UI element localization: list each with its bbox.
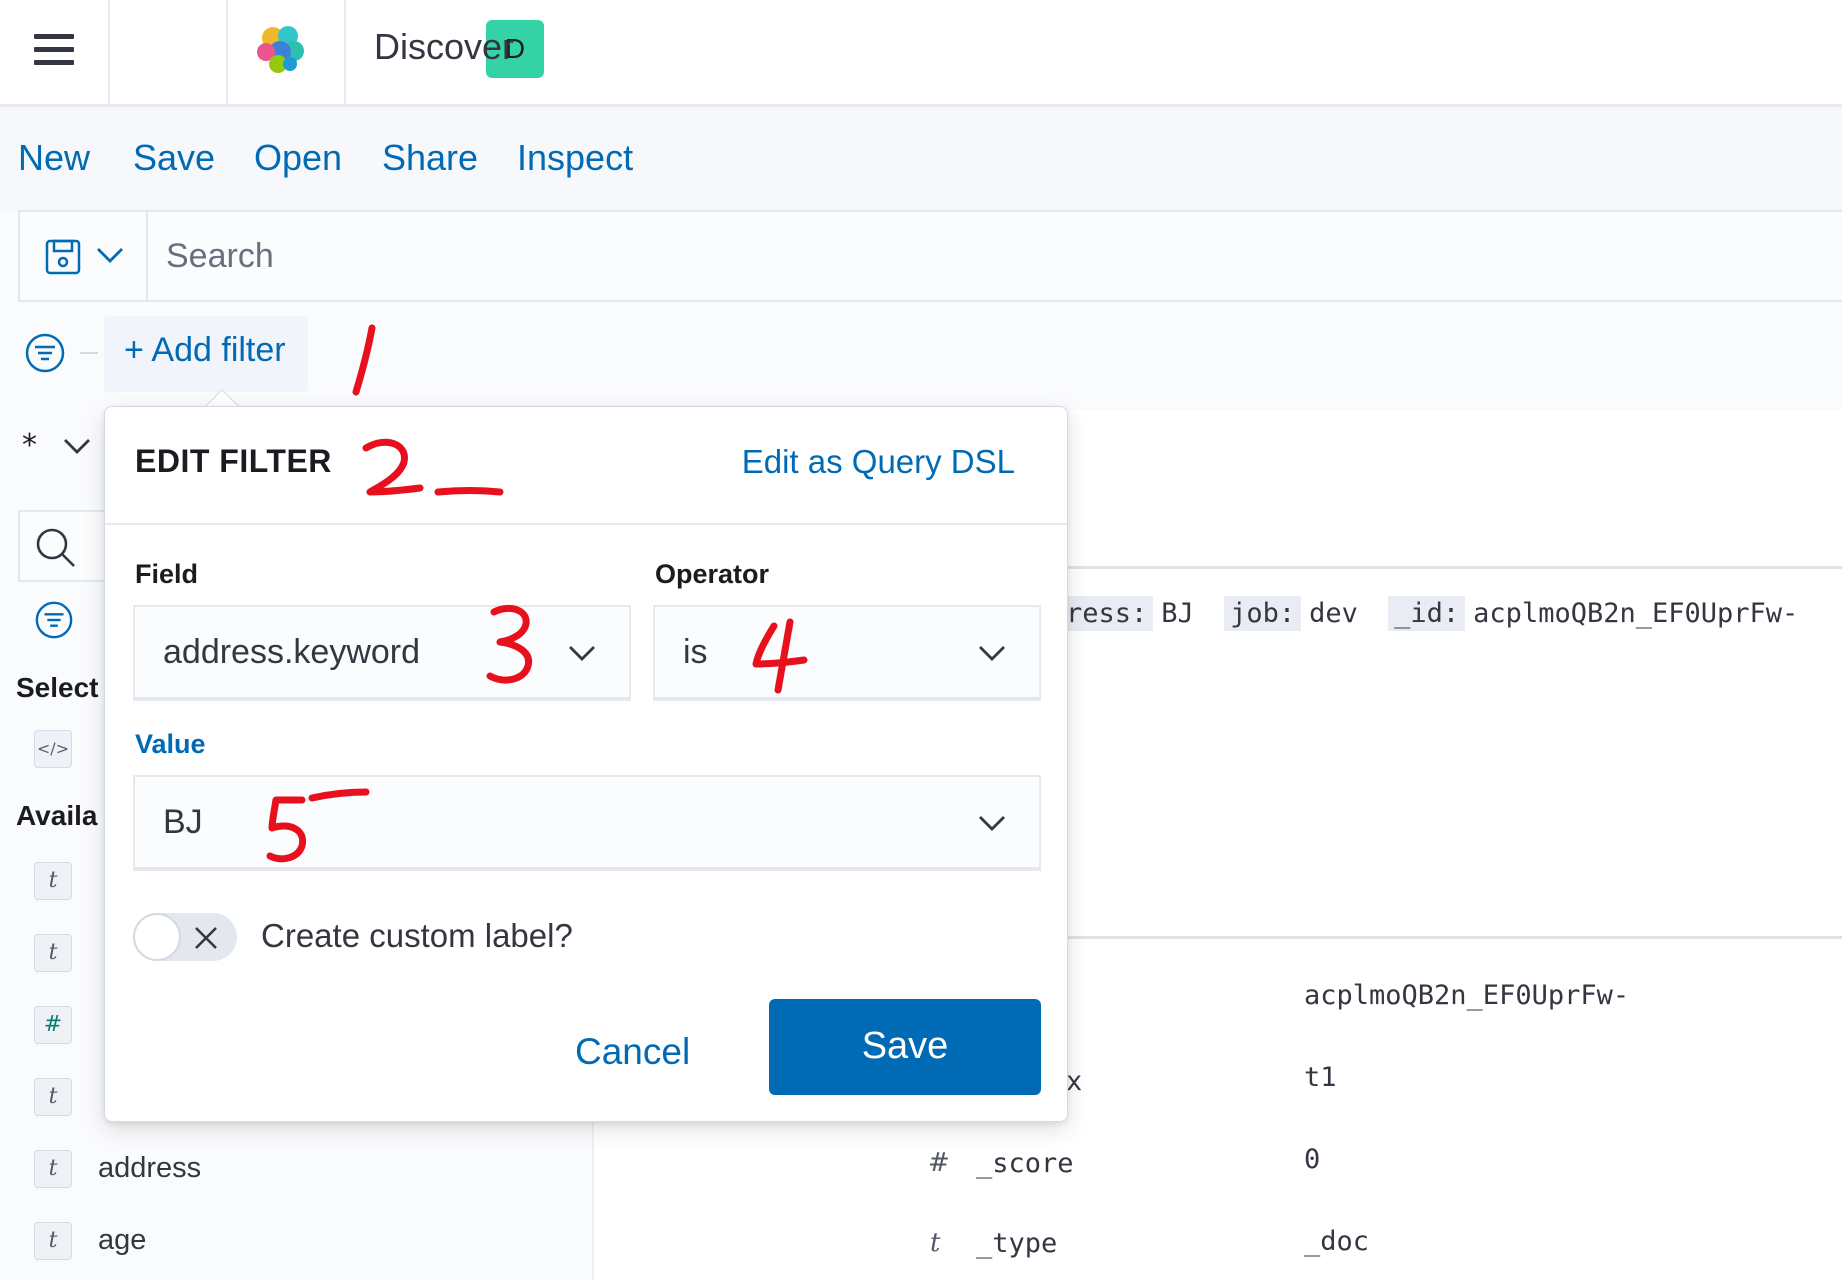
table-divider <box>1066 936 1842 939</box>
add-filter-button[interactable]: + Add filter <box>104 316 308 392</box>
save-icon <box>45 239 81 275</box>
operator-combobox-value: is <box>683 633 708 671</box>
doc-field-name: x <box>1066 1066 1083 1097</box>
popover-divider <box>105 523 1067 525</box>
chevron-down-icon <box>97 248 123 263</box>
menu-cell <box>0 0 110 104</box>
string-type-icon: t <box>34 934 72 972</box>
doc-field-value: acplmoQB2n_EF0UprFw- <box>1304 980 1630 1011</box>
hit-key: job: <box>1224 596 1302 631</box>
field-name: address <box>98 1152 202 1184</box>
string-type-icon: t <box>34 1222 72 1260</box>
value-label: Value <box>135 729 206 759</box>
value-combobox-value: BJ <box>163 803 203 841</box>
string-type-icon: t <box>34 862 72 900</box>
hit-key: _id: <box>1388 596 1466 631</box>
space-cell: D <box>228 0 544 104</box>
hit-key: ress: <box>1060 596 1154 631</box>
doc-field-value: t1 <box>1304 1062 1337 1093</box>
string-type-icon: t <box>930 1228 941 1258</box>
custom-label-toggle[interactable] <box>133 913 237 961</box>
field-filter-icon[interactable] <box>34 600 74 640</box>
available-fields-heading: Availa <box>16 800 98 831</box>
hit-value: dev <box>1309 598 1358 629</box>
operator-combobox[interactable]: is <box>653 605 1041 701</box>
filter-icon[interactable] <box>24 332 66 374</box>
string-type-icon: t <box>34 1150 72 1188</box>
close-icon <box>195 927 217 949</box>
field-name: age <box>98 1224 147 1256</box>
nav-save[interactable]: Save <box>133 137 215 179</box>
search-input[interactable] <box>150 212 1840 300</box>
doc-field-name: _score <box>976 1148 1074 1179</box>
nav-inspect[interactable]: Inspect <box>517 137 633 179</box>
operator-label: Operator <box>655 559 770 589</box>
value-combobox[interactable]: BJ <box>133 775 1041 871</box>
logo-cell <box>110 0 304 104</box>
field-combobox-value: address.keyword <box>163 633 421 671</box>
nav-share[interactable]: Share <box>382 137 478 179</box>
query-bar <box>18 210 1842 302</box>
edit-as-query-dsl-link[interactable]: Edit as Query DSL <box>742 443 1015 481</box>
nav-open[interactable]: Open <box>254 137 342 179</box>
toggle-knob <box>133 913 181 961</box>
chevron-down-icon <box>569 646 595 661</box>
field-combobox[interactable]: address.keyword <box>133 605 631 701</box>
search-icon <box>36 528 75 567</box>
selected-fields-heading: Select <box>16 672 99 703</box>
edit-filter-popover: EDIT FILTER Edit as Query DSL Field addr… <box>104 406 1068 1122</box>
number-type-icon: # <box>928 1148 950 1178</box>
cancel-button[interactable]: Cancel <box>575 1031 690 1073</box>
popover-title: EDIT FILTER <box>135 443 332 479</box>
number-type-icon: # <box>34 1006 72 1044</box>
header-bar: D Discover <box>0 0 1842 107</box>
annotation-mark-1 <box>352 324 376 396</box>
index-pattern-label: * <box>22 428 37 463</box>
hit-value: acplmoQB2n_EF0UprFw- <box>1473 598 1799 629</box>
doc-field-value: _doc <box>1304 1226 1370 1257</box>
top-nav-menu: New Save Open Share Inspect <box>0 107 1842 211</box>
field-label: Field <box>135 559 199 589</box>
hit-value: BJ <box>1161 598 1194 629</box>
custom-label-toggle-label: Create custom label? <box>261 917 573 954</box>
saved-queries-button[interactable] <box>20 212 148 300</box>
table-row[interactable]: ress: BJ job: dev _id: acplmoQB2n_EF0UprFw- <box>1060 596 1812 631</box>
save-button[interactable]: Save <box>769 999 1041 1095</box>
filter-divider <box>80 352 98 354</box>
source-code-icon: </> <box>34 730 72 768</box>
chevron-down-icon <box>979 816 1005 831</box>
page-title: Discover <box>374 26 515 67</box>
doc-field-value: 0 <box>1304 1144 1321 1175</box>
chevron-down-icon <box>979 646 1005 661</box>
doc-field-name: _type <box>976 1228 1058 1259</box>
chevron-down-icon[interactable] <box>62 436 92 456</box>
table-divider <box>1066 566 1842 569</box>
string-type-icon: t <box>34 1078 72 1116</box>
nav-new[interactable]: New <box>18 137 90 179</box>
hamburger-menu-icon[interactable] <box>34 34 74 66</box>
